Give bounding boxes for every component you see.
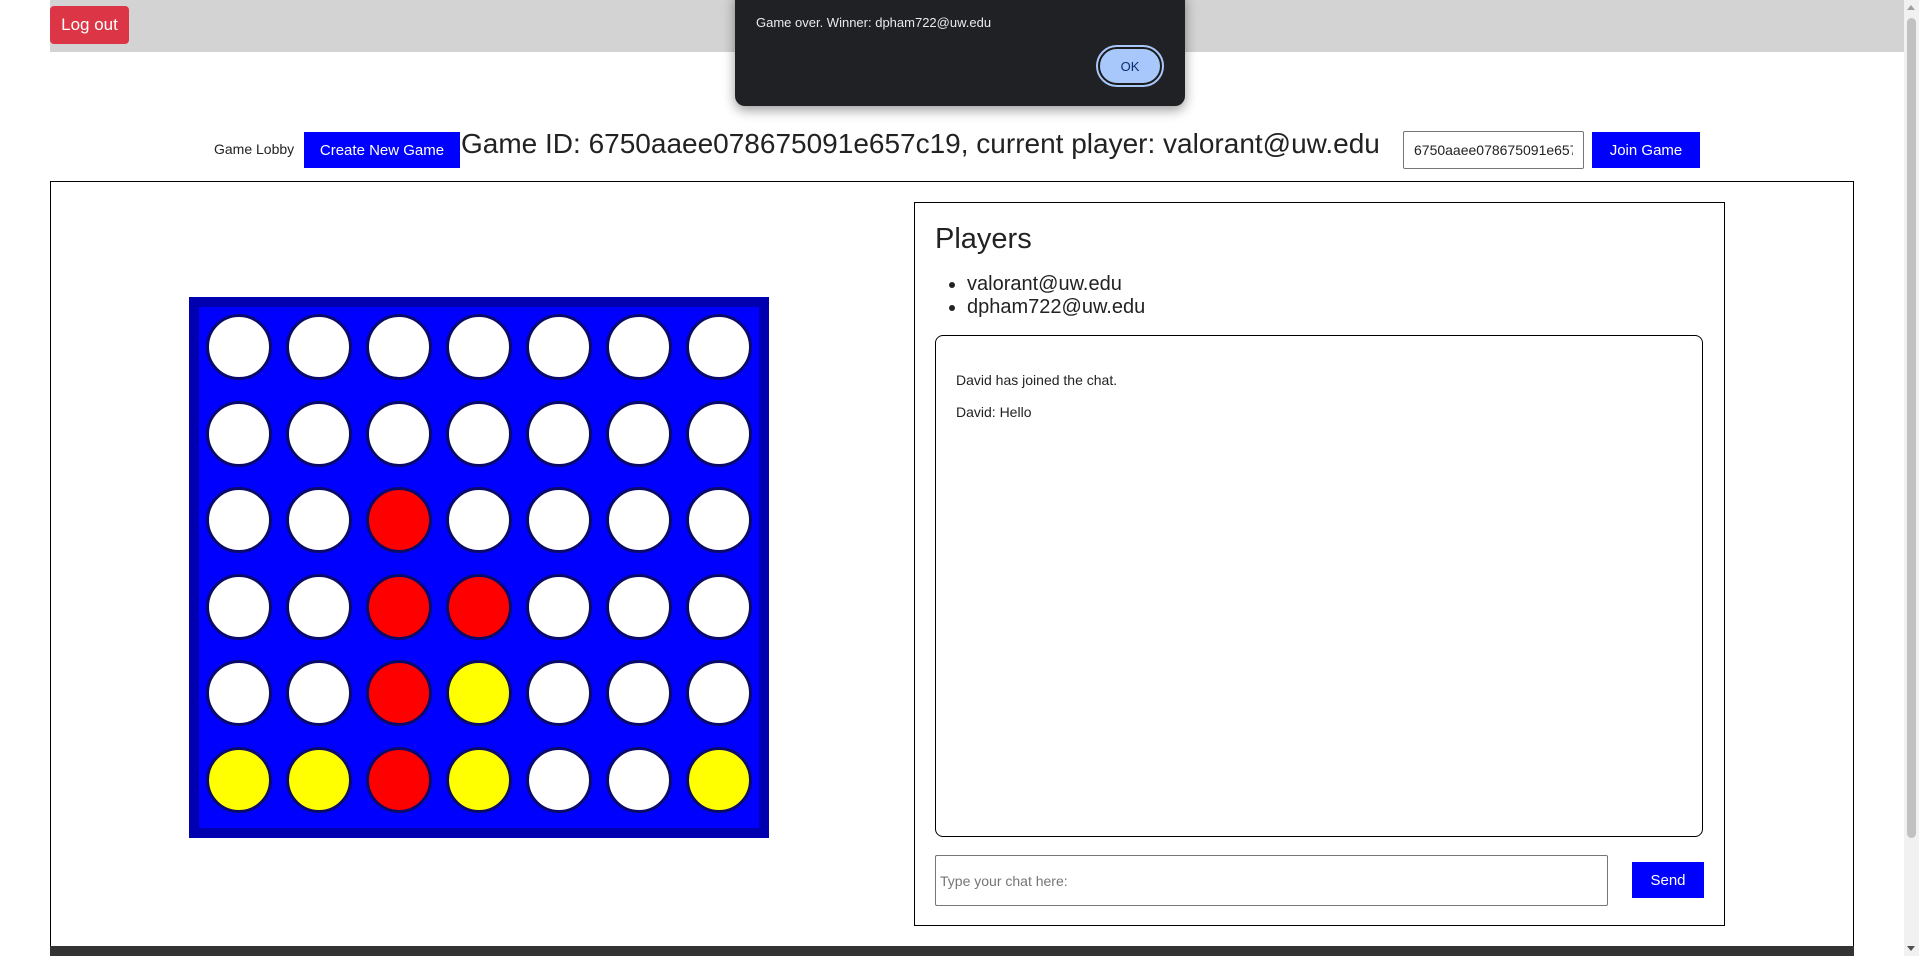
board-cell-yellow[interactable] <box>686 746 752 813</box>
board-cell-red[interactable] <box>366 573 432 640</box>
create-new-game-button[interactable]: Create New Game <box>304 132 460 168</box>
board-cell-empty[interactable] <box>206 314 272 380</box>
chat-log: David has joined the chat. David: Hello <box>935 335 1703 837</box>
board-cell-empty[interactable] <box>526 660 592 726</box>
join-game-button[interactable]: Join Game <box>1592 132 1700 168</box>
players-title: Players <box>935 223 1032 255</box>
board-cell-empty[interactable] <box>606 573 672 640</box>
player-item: dpham722@uw.edu <box>967 296 1145 319</box>
board-cell-empty[interactable] <box>526 400 592 467</box>
board-cell-empty[interactable] <box>526 314 592 380</box>
scroll-up-icon[interactable] <box>1907 5 1915 10</box>
game-id-heading: Game ID: 6750aaee078675091e657c19, curre… <box>461 128 1380 159</box>
connect-four-board[interactable] <box>189 297 769 838</box>
board-cell-empty[interactable] <box>526 487 592 553</box>
board-cell-red[interactable] <box>366 746 432 813</box>
board-cell-empty[interactable] <box>526 573 592 640</box>
page-scrollbar[interactable] <box>1904 0 1919 956</box>
board-cell-empty[interactable] <box>606 487 672 553</box>
board-cell-empty[interactable] <box>366 400 432 467</box>
logout-button[interactable]: Log out <box>50 6 129 44</box>
send-button[interactable]: Send <box>1632 862 1704 898</box>
players-panel: Players valorant@uw.edu dpham722@uw.edu … <box>914 202 1725 926</box>
board-cell-empty[interactable] <box>286 487 352 553</box>
board-cell-empty[interactable] <box>366 314 432 380</box>
chat-message: David has joined the chat. <box>956 372 1118 388</box>
board-cell-empty[interactable] <box>606 660 672 726</box>
board-cell-yellow[interactable] <box>446 660 512 726</box>
board-cell-empty[interactable] <box>686 660 752 726</box>
board-cell-red[interactable] <box>446 573 512 640</box>
board-cell-empty[interactable] <box>526 746 592 813</box>
board-cell-empty[interactable] <box>606 400 672 467</box>
board-cell-empty[interactable] <box>286 400 352 467</box>
board-cell-empty[interactable] <box>686 487 752 553</box>
board-cell-yellow[interactable] <box>286 746 352 813</box>
board-cell-empty[interactable] <box>286 573 352 640</box>
game-over-dialog: Game over. Winner: dpham722@uw.edu OK <box>735 0 1185 106</box>
board-cell-empty[interactable] <box>446 400 512 467</box>
board-cell-empty[interactable] <box>606 746 672 813</box>
board-cell-red[interactable] <box>366 487 432 553</box>
bottom-strip <box>50 946 1854 956</box>
ok-button[interactable]: OK <box>1096 45 1164 87</box>
lobby-row: Game Lobby Create New Game Game ID: 6750… <box>0 128 1919 172</box>
game-id-input[interactable] <box>1403 131 1584 169</box>
player-item: valorant@uw.edu <box>967 273 1145 296</box>
board-cell-empty[interactable] <box>606 314 672 380</box>
board-cell-yellow[interactable] <box>446 746 512 813</box>
board-cell-yellow[interactable] <box>206 746 272 813</box>
game-lobby-label: Game Lobby <box>214 141 295 157</box>
chat-message: David: Hello <box>956 404 1032 420</box>
chat-input[interactable] <box>935 855 1608 906</box>
board-cell-empty[interactable] <box>206 400 272 467</box>
board-cell-empty[interactable] <box>206 487 272 553</box>
board-cell-empty[interactable] <box>446 487 512 553</box>
scrollbar-thumb[interactable] <box>1907 18 1916 838</box>
board-cell-empty[interactable] <box>286 314 352 380</box>
board-cell-empty[interactable] <box>686 573 752 640</box>
dialog-message: Game over. Winner: dpham722@uw.edu <box>756 15 992 30</box>
board-cell-empty[interactable] <box>446 314 512 380</box>
scroll-down-icon[interactable] <box>1907 946 1915 951</box>
board-cell-empty[interactable] <box>206 573 272 640</box>
board-cell-red[interactable] <box>366 660 432 726</box>
board-cell-empty[interactable] <box>286 660 352 726</box>
board-cell-empty[interactable] <box>686 314 752 380</box>
players-list: valorant@uw.edu dpham722@uw.edu <box>967 273 1145 319</box>
board-cell-empty[interactable] <box>686 400 752 467</box>
board-cell-empty[interactable] <box>206 660 272 726</box>
